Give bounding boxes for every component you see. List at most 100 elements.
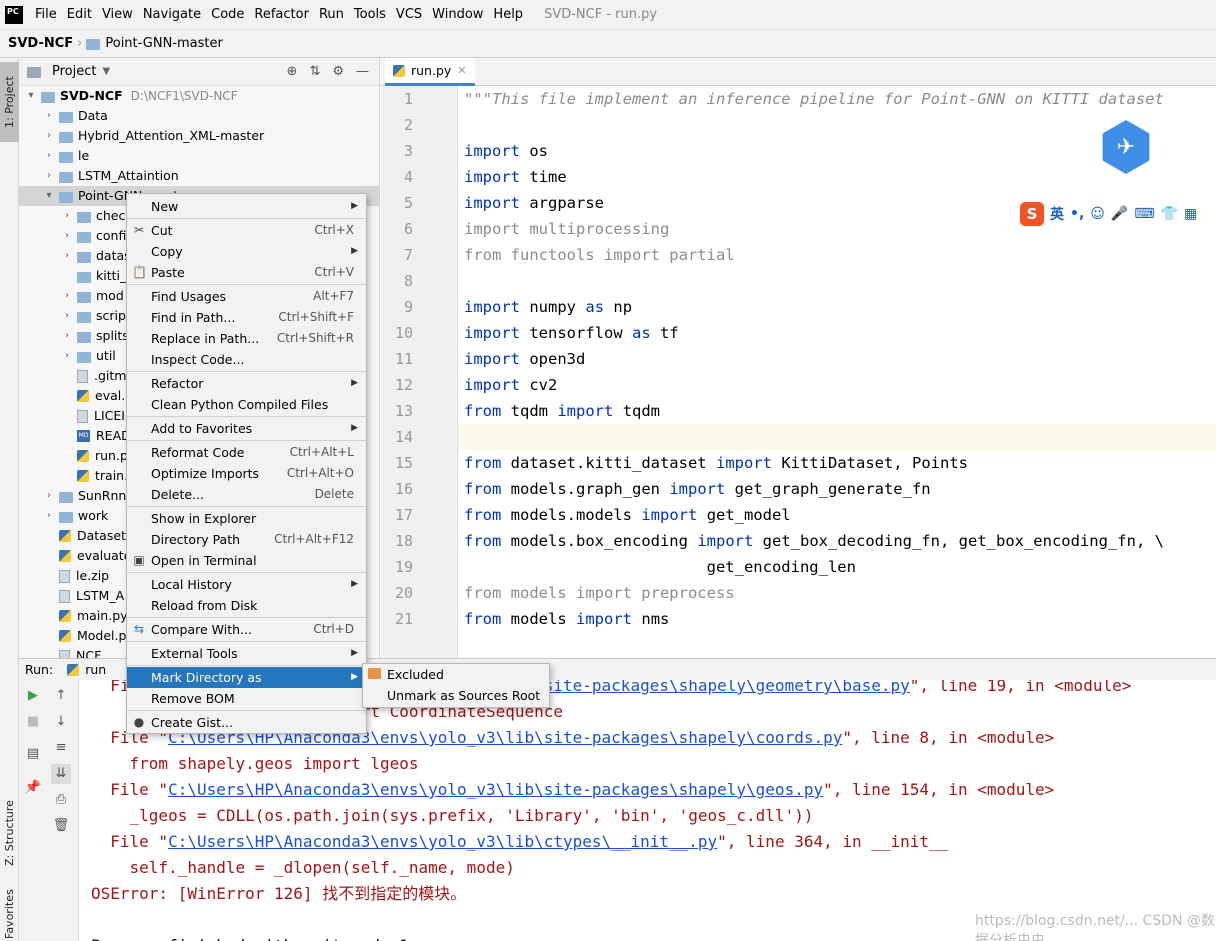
pin-icon[interactable]: 📌 (23, 778, 43, 798)
context-menu-item-local-history[interactable]: Local History ▶ (127, 574, 366, 595)
menu-run[interactable]: Run (314, 0, 349, 30)
menu-view[interactable]: View (97, 0, 138, 30)
chevron-right-icon[interactable]: › (61, 226, 73, 246)
folder-icon (59, 191, 73, 203)
menu-vcs[interactable]: VCS (391, 0, 427, 30)
ime-toolbar-item[interactable]: 英 (1050, 204, 1064, 224)
breadcrumb-root[interactable]: SVD-NCF (8, 36, 73, 51)
gear-icon[interactable]: ⚙ (332, 64, 344, 79)
menu-help[interactable]: Help (488, 0, 528, 30)
chevron-right-icon[interactable]: › (61, 246, 73, 266)
chevron-right-icon[interactable]: › (43, 486, 55, 506)
chevron-down-icon[interactable]: ▾ (25, 86, 37, 106)
menu-code[interactable]: Code (206, 0, 249, 30)
context-menu-item-reload-from-disk[interactable]: Reload from Disk (127, 595, 366, 616)
ime-toolbar-item[interactable]: •, (1070, 206, 1084, 222)
context-menu-item-find-usages[interactable]: Find Usages Alt+F7 (127, 286, 366, 307)
context-menu-item-remove-bom[interactable]: Remove BOM (127, 688, 366, 709)
context-menu-item-inspect-code[interactable]: Inspect Code... (127, 349, 366, 370)
code-editor[interactable]: """This file implement an inference pipe… (458, 86, 1216, 658)
trash-icon[interactable]: 🗑 (51, 816, 71, 836)
console-file-link[interactable]: C:\Users\HP\Anaconda3\envs\yolo_v3\lib\s… (168, 780, 823, 799)
chevron-right-icon[interactable]: › (61, 306, 73, 326)
structure-tool-tab[interactable]: Z: Structure (0, 793, 19, 873)
context-menu-item-paste[interactable]: 📋 Paste Ctrl+V (127, 262, 366, 283)
file-icon (59, 569, 70, 583)
context-menu-item-reformat-code[interactable]: Reformat Code Ctrl+Alt+L (127, 442, 366, 463)
menu-item-shortcut: Delete (314, 487, 354, 501)
context-menu-item-find-in-path[interactable]: Find in Path... Ctrl+Shift+F (127, 307, 366, 328)
context-menu-item-clean-python-compiled-files[interactable]: Clean Python Compiled Files (127, 394, 366, 415)
breadcrumb-folder[interactable]: Point-GNN-master (105, 36, 223, 51)
context-menu-item-directory-path[interactable]: Directory Path Ctrl+Alt+F12 (127, 529, 366, 550)
project-panel-title[interactable]: Project (52, 64, 96, 79)
tree-root-svd-ncf[interactable]: ▾ SVD-NCF D:\NCF1\SVD-NCF (19, 86, 379, 106)
print-icon[interactable]: ⎙ (51, 790, 71, 810)
console-file-link[interactable]: C:\Users\HP\Anaconda3\envs\yolo_v3\lib\c… (168, 832, 717, 851)
menu-edit[interactable]: Edit (62, 0, 97, 30)
context-menu-item-cut[interactable]: ✂ Cut Ctrl+X (127, 220, 366, 241)
project-tool-tab[interactable]: 1: Project (0, 62, 19, 142)
arrow-up-icon[interactable]: ↑ (51, 686, 71, 706)
context-menu-item-mark-directory-as[interactable]: Mark Directory as ▶ (127, 667, 366, 688)
scroll-to-end-icon[interactable]: ⇊ (51, 764, 71, 784)
rerun-icon[interactable]: ▶ (23, 686, 43, 706)
chevron-right-icon[interactable]: › (43, 126, 55, 146)
context-menu-item-external-tools[interactable]: External Tools ▶ (127, 643, 366, 664)
submenu-item-unmark-sources-root[interactable]: Unmark as Sources Root (363, 685, 549, 706)
chevron-right-icon[interactable]: › (61, 346, 73, 366)
context-menu-item-refactor[interactable]: Refactor ▶ (127, 373, 366, 394)
menu-refactor[interactable]: Refactor (249, 0, 314, 30)
code-line: from tqdm import tqdm (464, 402, 661, 420)
ime-toolbar-item[interactable]: ⌨ (1134, 206, 1154, 222)
context-menu-item-replace-in-path[interactable]: Replace in Path... Ctrl+Shift+R (127, 328, 366, 349)
menu-separator (127, 218, 366, 219)
chevron-right-icon[interactable]: › (43, 106, 55, 126)
tree-item[interactable]: › le (19, 146, 379, 166)
chevron-right-icon[interactable]: › (43, 166, 55, 186)
stop-icon[interactable]: ■ (23, 712, 43, 732)
menu-window[interactable]: Window (427, 0, 488, 30)
chevron-right-icon[interactable]: › (61, 206, 73, 226)
favorites-tool-tab[interactable]: Favorites (0, 888, 19, 941)
context-menu-item-compare-with[interactable]: ⇆ Compare With... Ctrl+D (127, 619, 366, 640)
ime-toolbar-item[interactable]: 👕 (1161, 206, 1178, 222)
soft-wrap-icon[interactable]: ≡ (51, 738, 71, 758)
chevron-right-icon[interactable]: › (61, 286, 73, 306)
ime-toolbar-item[interactable]: ☺ (1090, 206, 1105, 222)
tree-item[interactable]: › Data (19, 106, 379, 126)
close-icon[interactable]: ✕ (457, 64, 466, 77)
menu-tools[interactable]: Tools (349, 0, 391, 30)
context-menu-item-add-to-favorites[interactable]: Add to Favorites ▶ (127, 418, 366, 439)
context-menu-item-copy[interactable]: Copy ▶ (127, 241, 366, 262)
ime-toolbar-item[interactable]: 🎤 (1111, 206, 1128, 222)
chevron-right-icon[interactable]: › (43, 146, 55, 166)
context-menu-item-optimize-imports[interactable]: Optimize Imports Ctrl+Alt+O (127, 463, 366, 484)
locate-icon[interactable]: ⊕ (287, 64, 298, 79)
tree-item[interactable]: › LSTM_Attaintion (19, 166, 379, 186)
arrow-down-icon[interactable]: ↓ (51, 712, 71, 732)
submenu-item-excluded[interactable]: Excluded (363, 664, 549, 685)
context-menu-item-open-in-terminal[interactable]: ▣ Open in Terminal (127, 550, 366, 571)
context-menu-item-create-gist[interactable]: ● Create Gist... (127, 712, 366, 733)
chevron-down-icon[interactable]: ▼ (102, 66, 110, 77)
console-line: Process finished with exit code 1 (91, 933, 409, 941)
context-menu-item-show-in-explorer[interactable]: Show in Explorer (127, 508, 366, 529)
menu-navigate[interactable]: Navigate (138, 0, 206, 30)
line-number: 8 (403, 272, 413, 290)
context-menu-item-new[interactable]: New ▶ (127, 196, 366, 217)
line-number: 17 (394, 506, 413, 524)
tree-item[interactable]: › Hybrid_Attention_XML-master (19, 126, 379, 146)
sogou-ime-icon[interactable]: S (1020, 202, 1044, 226)
tab-run-py[interactable]: run.py ✕ (385, 58, 475, 86)
context-menu-item-delete[interactable]: Delete... Delete (127, 484, 366, 505)
chevron-down-icon[interactable]: ▾ (43, 186, 55, 206)
menu-file[interactable]: File (30, 0, 62, 30)
chevron-right-icon[interactable]: › (43, 506, 55, 526)
ime-toolbar-item[interactable]: ▦ (1184, 206, 1197, 222)
layout-icon[interactable]: ▤ (23, 744, 43, 764)
hide-panel-icon[interactable]: — (356, 64, 369, 79)
collapse-all-icon[interactable]: ⇅ (309, 64, 320, 79)
run-tab[interactable]: run (67, 662, 106, 677)
chevron-right-icon[interactable]: › (61, 326, 73, 346)
